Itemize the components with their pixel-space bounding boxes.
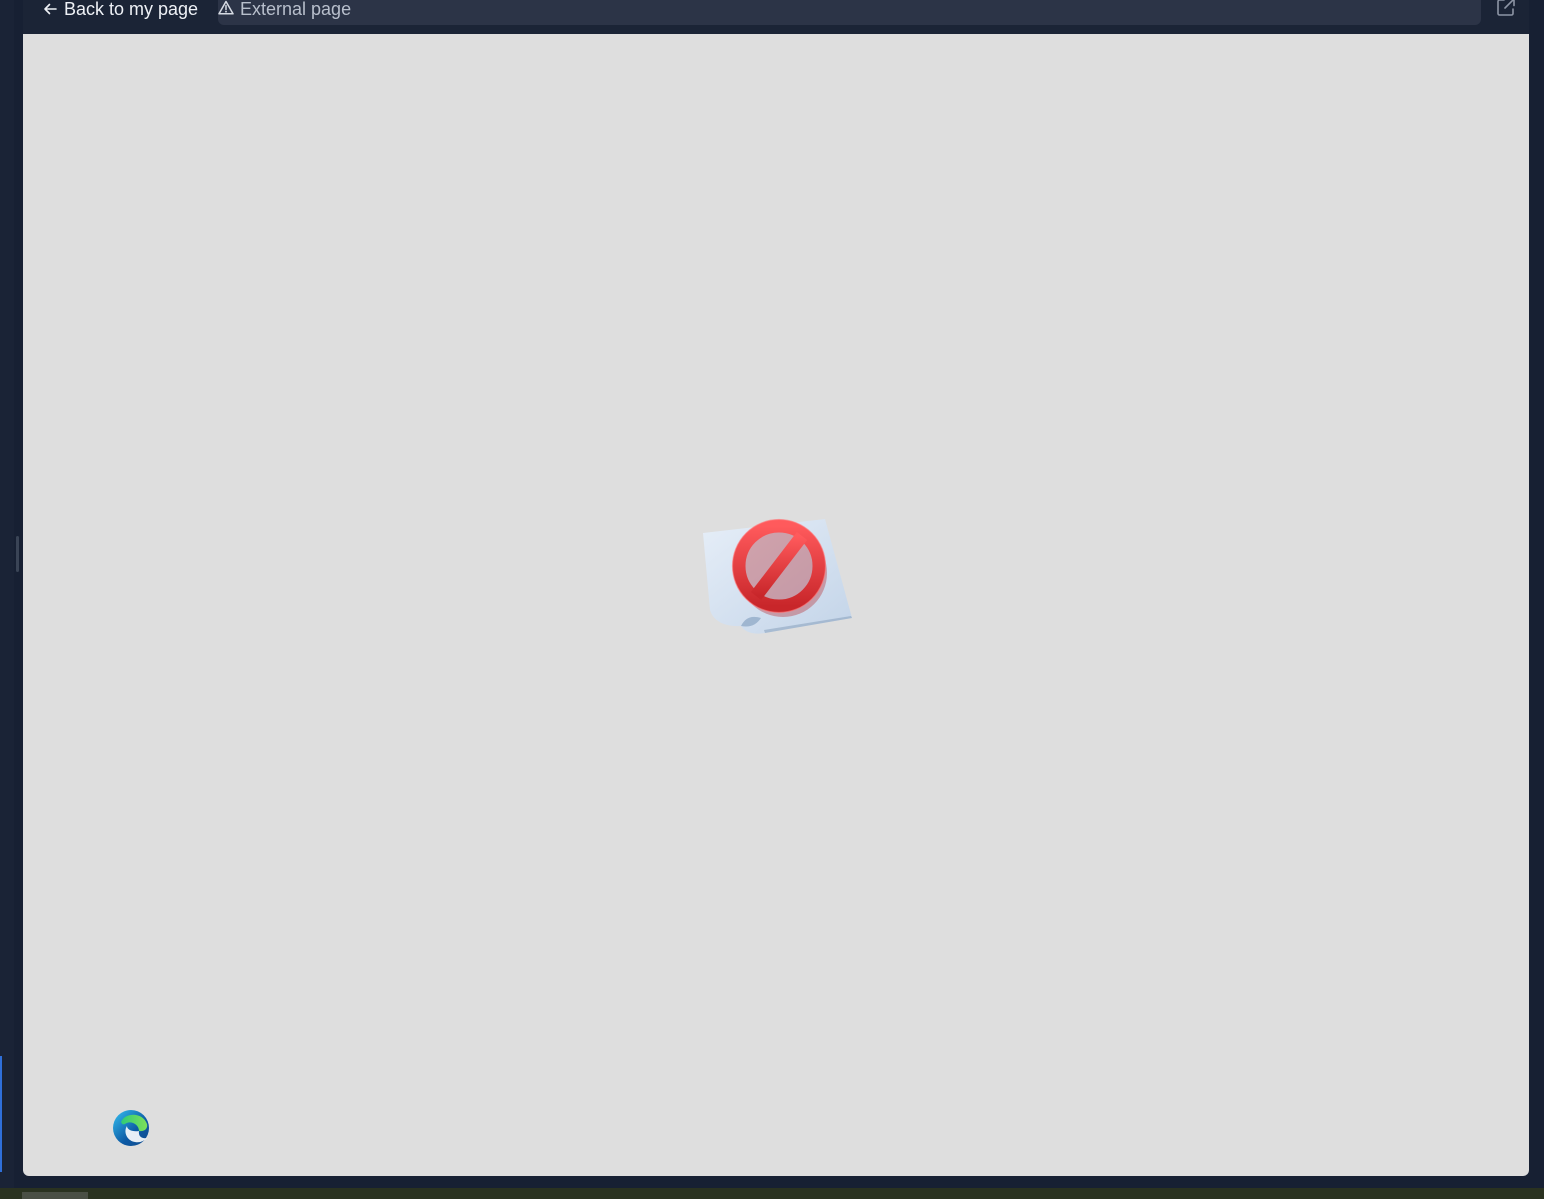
url-bar[interactable]: External page — [218, 0, 1481, 25]
open-external-icon — [1495, 0, 1517, 22]
external-page-indicator: External page — [218, 0, 351, 22]
page-toolbar: Back to my page External page — [23, 0, 1529, 34]
warning-triangle-icon — [218, 0, 234, 20]
back-link-label: Back to my page — [64, 0, 199, 19]
blocked-page-icon — [701, 514, 859, 638]
url-label: External page — [240, 0, 352, 19]
left-rail — [0, 0, 14, 1188]
edge-logo-icon — [111, 1108, 151, 1148]
back-to-my-page-link[interactable]: Back to my page — [43, 0, 198, 22]
open-external-button[interactable] — [1495, 0, 1517, 20]
embedded-page-viewport — [23, 34, 1529, 1176]
arrow-left-icon — [43, 2, 57, 16]
rail-active-indicator — [0, 1056, 2, 1172]
desktop-background-strip — [0, 1188, 1544, 1199]
app-window: Back to my page External page — [0, 0, 1544, 1188]
resize-handle[interactable] — [16, 536, 19, 572]
taskbar-fragment — [22, 1192, 88, 1199]
